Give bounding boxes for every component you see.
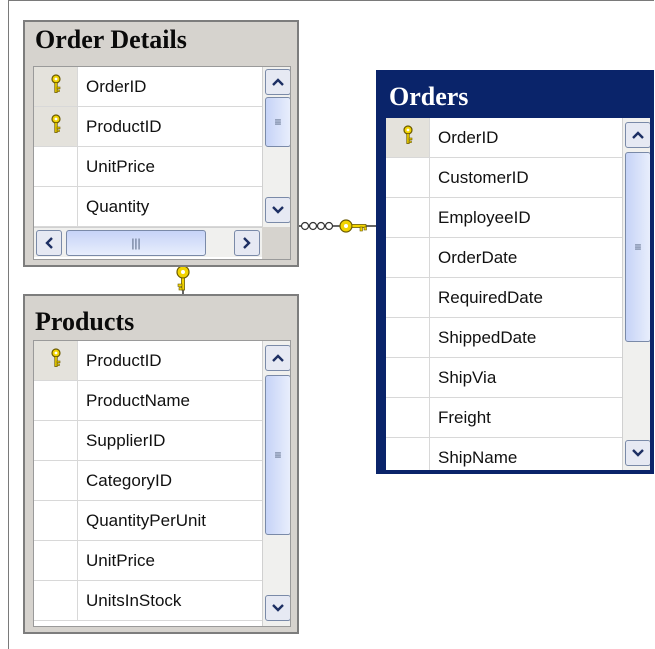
row-selector-cell[interactable] — [386, 158, 430, 197]
column-name: ProductID — [86, 350, 162, 370]
scroll-thumb[interactable]: ≡ — [625, 152, 650, 342]
column-row[interactable]: Quantity — [34, 187, 262, 227]
column-row[interactable]: OrderID — [386, 118, 622, 158]
column-row[interactable]: ProductID — [34, 341, 262, 381]
chevron-left-icon[interactable] — [36, 230, 62, 256]
column-name: Freight — [438, 407, 491, 427]
vertical-scrollbar[interactable]: ≡ — [622, 118, 650, 470]
column-row[interactable]: ProductName — [34, 381, 262, 421]
column-row[interactable]: SupplierID — [34, 421, 262, 461]
column-row[interactable]: EmployeeID — [386, 198, 622, 238]
key-icon — [339, 219, 367, 233]
column-name: CustomerID — [438, 167, 529, 187]
vertical-scrollbar[interactable]: ≡ — [262, 67, 290, 227]
primary-key-cell[interactable] — [34, 341, 78, 380]
column-row[interactable]: UnitPrice — [34, 541, 262, 581]
table-products[interactable]: Products ProductID ProductName SupplierID C… — [23, 294, 299, 634]
primary-key-cell[interactable] — [34, 67, 78, 106]
column-name: ProductName — [86, 390, 190, 410]
chevron-right-icon[interactable] — [234, 230, 260, 256]
chevron-down-icon[interactable] — [265, 197, 290, 223]
column-row[interactable]: ShipVia — [386, 358, 622, 398]
column-row[interactable]: ShipName — [386, 438, 622, 470]
row-selector-cell[interactable] — [34, 501, 78, 540]
table-title: Order Details — [35, 25, 187, 54]
row-selector-cell[interactable] — [386, 278, 430, 317]
row-selector-cell[interactable] — [34, 381, 78, 420]
column-grid: OrderID ProductID UnitPrice Quantity ≡ ||| — [33, 66, 291, 260]
horizontal-scrollbar[interactable]: ||| — [34, 227, 262, 257]
column-name: ProductID — [86, 116, 162, 136]
row-selector-cell[interactable] — [34, 461, 78, 500]
row-selector-cell[interactable] — [386, 358, 430, 397]
primary-key-cell[interactable] — [386, 118, 430, 157]
chevron-up-icon[interactable] — [265, 69, 290, 95]
row-selector-cell[interactable] — [34, 187, 78, 226]
column-grid: ProductID ProductName SupplierID CategoryID… — [33, 340, 291, 627]
column-row[interactable]: UnitsInStock — [34, 581, 262, 621]
row-selector-cell[interactable] — [386, 198, 430, 237]
column-row[interactable]: QuantityPerUnit — [34, 501, 262, 541]
row-selector-cell[interactable] — [386, 398, 430, 437]
column-row[interactable]: CustomerID — [386, 158, 622, 198]
column-row[interactable]: OrderID — [34, 67, 262, 107]
column-name: ShipVia — [438, 367, 497, 387]
key-icon — [49, 74, 63, 99]
chevron-down-icon[interactable] — [265, 595, 290, 621]
key-icon — [49, 114, 63, 139]
chevron-up-icon[interactable] — [265, 345, 290, 371]
column-name: EmployeeID — [438, 207, 531, 227]
key-icon — [401, 125, 415, 150]
column-name: OrderID — [438, 127, 499, 147]
column-name: CategoryID — [86, 470, 172, 490]
row-selector-cell[interactable] — [34, 147, 78, 186]
column-row[interactable]: UnitPrice — [34, 147, 262, 187]
key-icon — [176, 265, 190, 291]
scroll-thumb[interactable]: ||| — [66, 230, 206, 256]
row-selector-cell[interactable] — [34, 581, 78, 620]
column-name: UnitPrice — [86, 156, 155, 176]
column-row[interactable]: ShippedDate — [386, 318, 622, 358]
row-selector-cell[interactable] — [386, 318, 430, 357]
table-title: Products — [35, 307, 135, 336]
column-row[interactable]: Freight — [386, 398, 622, 438]
column-row[interactable]: CategoryID — [34, 461, 262, 501]
table-title: Orders — [389, 82, 469, 111]
column-name: ShipName — [438, 447, 518, 467]
table-orders[interactable]: Orders OrderID CustomerID EmployeeID OrderD… — [376, 70, 654, 474]
column-name: Quantity — [86, 196, 150, 216]
table-order-details[interactable]: Order Details OrderID ProductID UnitPrice Q… — [23, 20, 299, 267]
column-name: UnitsInStock — [86, 590, 182, 610]
scroll-thumb[interactable]: ≡ — [265, 375, 290, 535]
column-row[interactable]: OrderDate — [386, 238, 622, 278]
key-icon — [49, 348, 63, 373]
row-selector-cell[interactable] — [34, 421, 78, 460]
column-name: QuantityPerUnit — [86, 510, 206, 530]
column-name: RequiredDate — [438, 287, 543, 307]
column-name: SupplierID — [86, 430, 166, 450]
row-selector-cell[interactable] — [34, 541, 78, 580]
column-name: UnitPrice — [86, 550, 155, 570]
column-row[interactable]: RequiredDate — [386, 278, 622, 318]
chevron-up-icon[interactable] — [625, 122, 650, 148]
primary-key-cell[interactable] — [34, 107, 78, 146]
scroll-thumb[interactable]: ≡ — [265, 97, 290, 147]
chevron-down-icon[interactable] — [625, 440, 650, 466]
column-name: ShippedDate — [438, 327, 537, 347]
row-selector-cell[interactable] — [386, 438, 430, 470]
scroll-corner — [262, 227, 290, 259]
row-selector-cell[interactable] — [386, 238, 430, 277]
column-name: OrderID — [86, 76, 147, 96]
column-row[interactable]: ProductID — [34, 107, 262, 147]
vertical-scrollbar[interactable]: ≡ — [262, 341, 290, 626]
column-grid: OrderID CustomerID EmployeeID OrderDate Requ… — [385, 117, 651, 471]
column-name: OrderDate — [438, 247, 518, 267]
